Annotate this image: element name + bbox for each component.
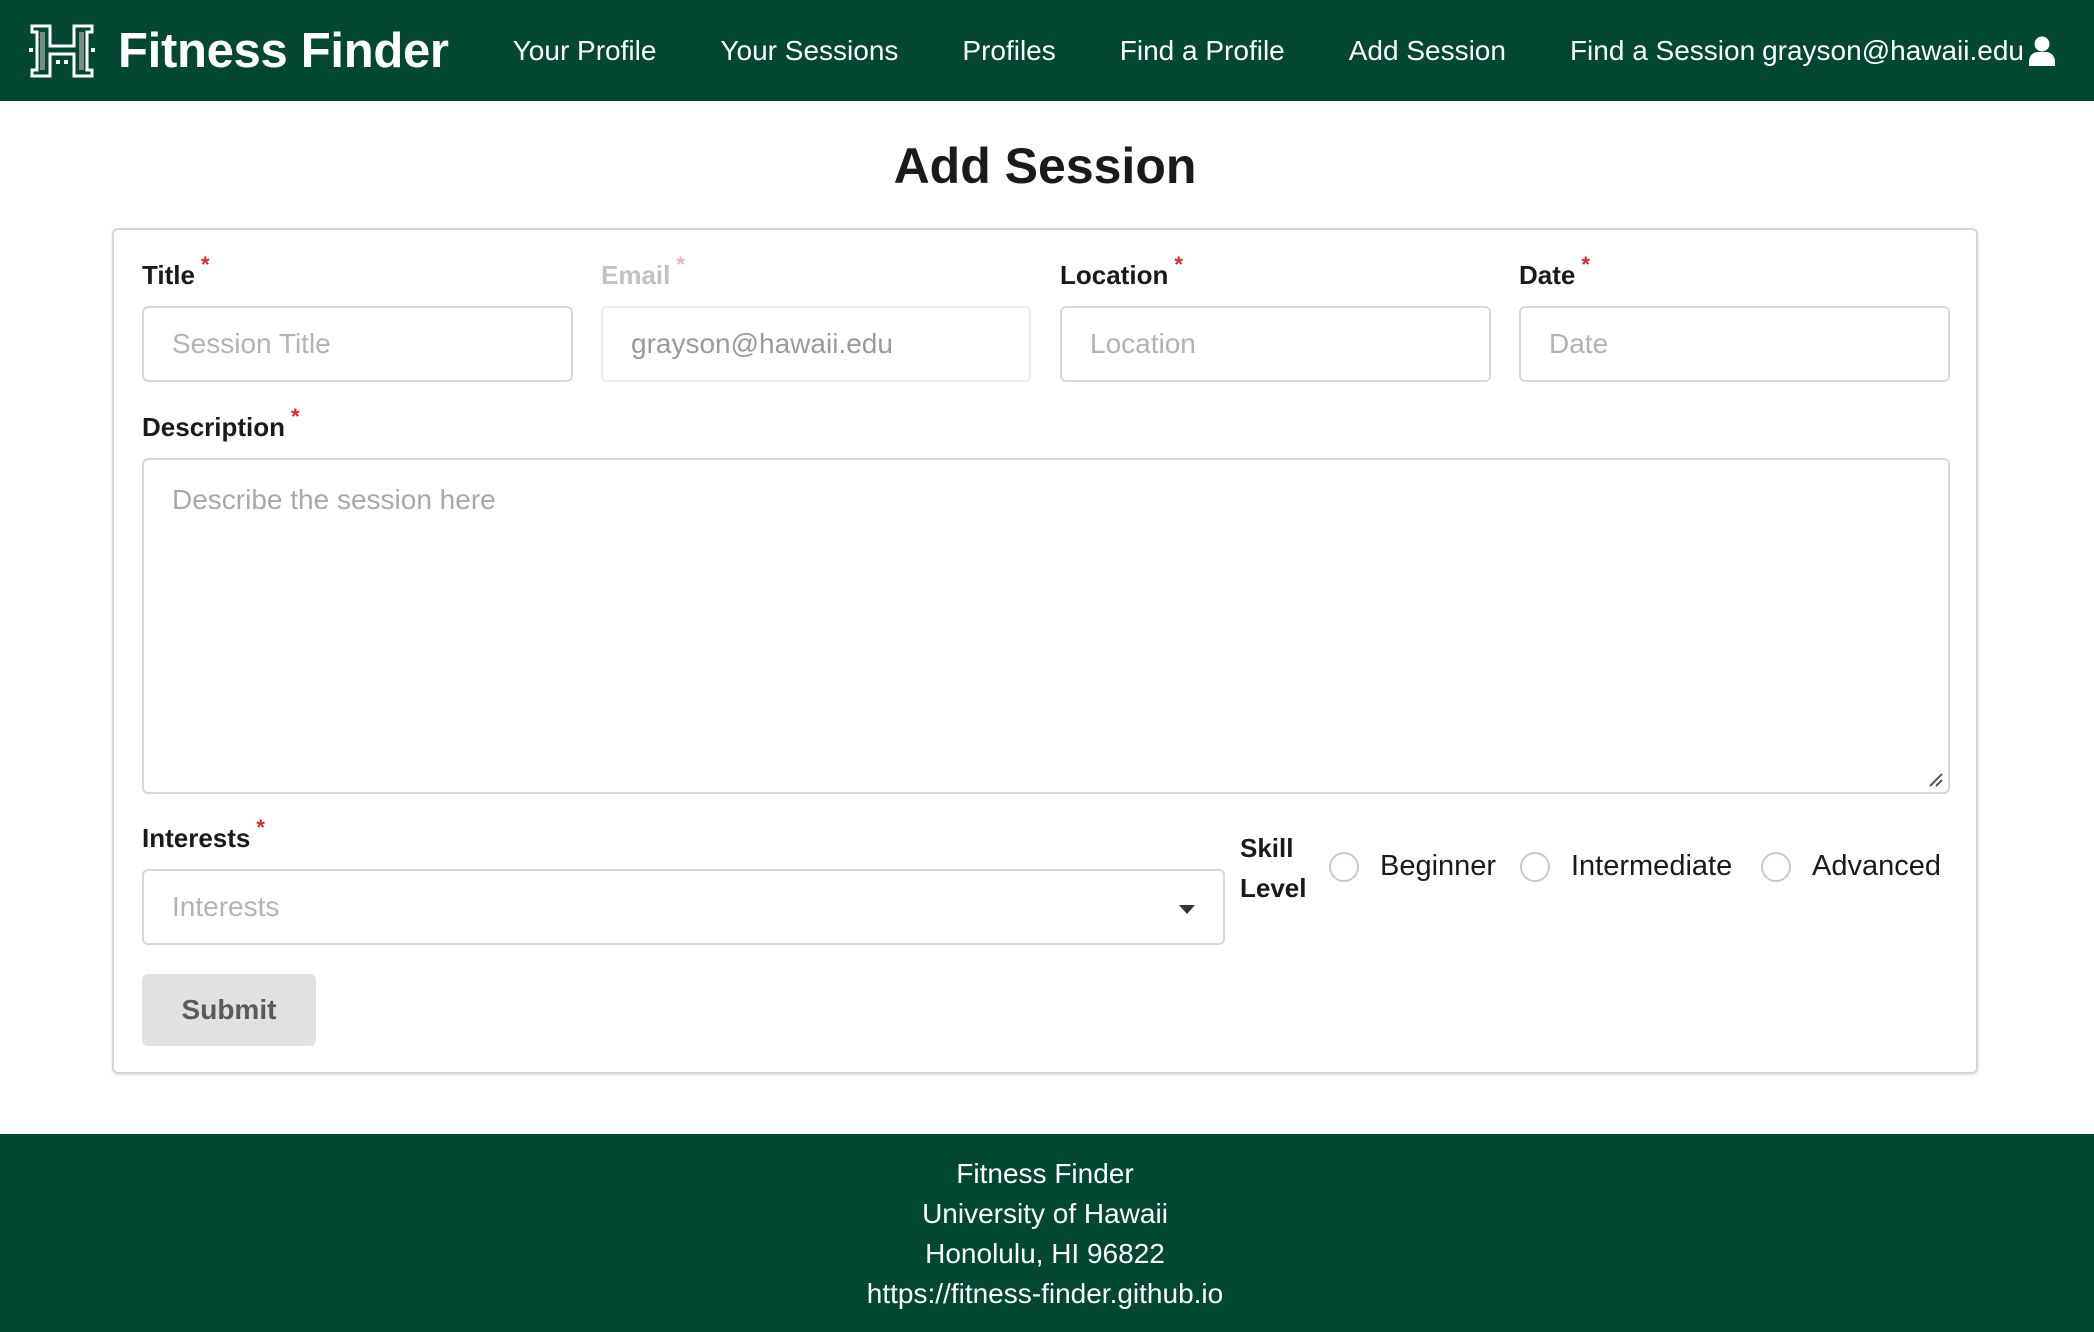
user-menu[interactable]: grayson@hawaii.edu [1762, 0, 2056, 101]
footer-line-url[interactable]: https://fitness-finder.github.io [0, 1274, 2090, 1314]
user-icon [2029, 36, 2055, 66]
nav-your-sessions[interactable]: Your Sessions [720, 35, 898, 67]
submit-button[interactable]: Submit [142, 974, 316, 1046]
skill-label-line1: Skill [1240, 833, 1294, 863]
location-input[interactable]: Location [1060, 306, 1491, 382]
email-label: Email * [601, 252, 685, 291]
footer-line-address: Honolulu, HI 96822 [925, 1238, 1165, 1269]
interests-label: Interests * [142, 815, 265, 854]
required-marker: * [256, 815, 265, 840]
nav-menu: Your Profile Your Sessions Profiles Find… [513, 0, 1819, 101]
resize-grip-icon[interactable] [1926, 770, 1944, 788]
date-label-text: Date [1519, 260, 1576, 290]
required-marker: * [291, 404, 300, 429]
nav-find-a-profile[interactable]: Find a Profile [1120, 35, 1285, 67]
radio-beginner[interactable] [1329, 852, 1359, 882]
title-label-text: Title [142, 260, 195, 290]
caret-down-icon [1179, 905, 1195, 914]
page-title: Add Session [893, 138, 1197, 194]
radio-label-intermediate[interactable]: Intermediate [1571, 850, 1732, 883]
nav-your-profile[interactable]: Your Profile [513, 35, 657, 67]
location-label: Location * [1060, 252, 1183, 291]
title-label: Title * [142, 252, 210, 291]
description-label-text: Description [142, 412, 286, 442]
interests-label-text: Interests [142, 823, 251, 853]
radio-advanced[interactable] [1761, 852, 1791, 882]
nav-find-a-session[interactable]: Find a Session [1570, 35, 1755, 67]
interests-placeholder: Interests [172, 891, 280, 922]
hawaii-h-logo-icon [29, 24, 95, 77]
required-marker: * [1581, 252, 1590, 277]
nav-profiles[interactable]: Profiles [962, 35, 1055, 67]
footer-line-app: Fitness Finder [956, 1158, 1134, 1189]
required-marker: * [200, 252, 210, 277]
user-email: grayson@hawaii.edu [1762, 34, 2024, 66]
location-label-text: Location [1060, 260, 1169, 290]
description-placeholder: Describe the session here [172, 484, 496, 515]
brand-link[interactable]: Fitness Finder [0, 0, 449, 101]
nav-add-session[interactable]: Add Session [1349, 35, 1506, 67]
radio-label-advanced[interactable]: Advanced [1812, 850, 1941, 883]
email-input[interactable]: grayson@hawaii.edu [601, 306, 1031, 382]
footer: Fitness Finder University of Hawaii Hono… [0, 1134, 2094, 1332]
footer-line-university: University of Hawaii [922, 1198, 1168, 1229]
title-input[interactable]: Session Title [142, 306, 573, 382]
email-label-text: Email [601, 260, 671, 290]
date-input[interactable]: Date [1519, 306, 1950, 382]
skill-level-label: Skill Level [1240, 828, 1307, 908]
required-marker: * [1174, 252, 1183, 277]
radio-label-beginner[interactable]: Beginner [1380, 850, 1496, 883]
add-session-form: Title * Email * Location * Date * Session Ti… [112, 228, 1978, 1074]
top-navbar: Fitness Finder Your Profile Your Session… [0, 0, 2094, 101]
required-marker: * [676, 252, 685, 277]
brand-name: Fitness Finder [118, 23, 449, 78]
date-label: Date * [1519, 252, 1590, 291]
skill-label-line2: Level [1240, 873, 1307, 903]
interests-select[interactable]: Interests [142, 869, 1225, 945]
description-textarea[interactable]: Describe the session here [142, 458, 1950, 794]
radio-intermediate[interactable] [1520, 852, 1550, 882]
description-label: Description * [142, 404, 300, 443]
